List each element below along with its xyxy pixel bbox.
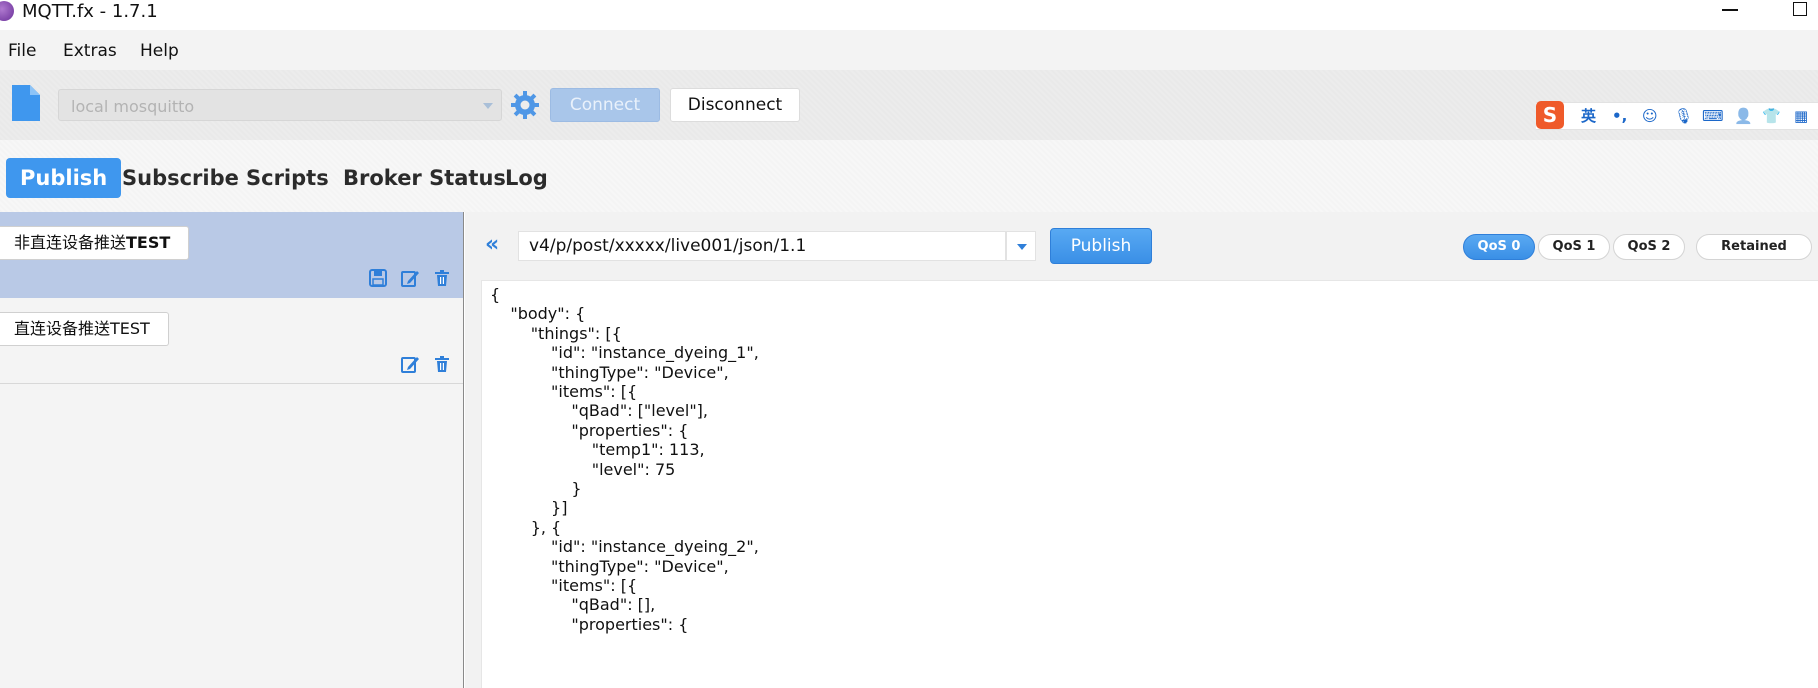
- emoji-icon[interactable]: ☺: [1642, 106, 1658, 126]
- save-icon[interactable]: [368, 268, 388, 288]
- tab-log[interactable]: Log: [505, 158, 548, 198]
- tab-scripts[interactable]: Scripts: [246, 158, 329, 198]
- edit-icon[interactable]: [400, 268, 420, 288]
- payload-editor[interactable]: { "body": { "things": [{ "id": "instance…: [481, 280, 1818, 688]
- payload-line: "items": [{: [490, 576, 638, 595]
- trash-icon[interactable]: [432, 268, 452, 288]
- main-tabs: Publish Subscribe Scripts Broker Status …: [0, 140, 1818, 212]
- qos1-button[interactable]: QoS 1: [1538, 234, 1610, 260]
- maximize-icon[interactable]: [1793, 2, 1807, 16]
- payload-line: "qBad": [],: [490, 595, 656, 615]
- menu-bar: File Extras Help: [0, 30, 1818, 70]
- connect-button[interactable]: Connect: [550, 88, 660, 122]
- retained-toggle[interactable]: Retained: [1696, 234, 1812, 260]
- keyboard-icon[interactable]: ⌨: [1702, 106, 1724, 126]
- collapse-left-icon[interactable]: «: [485, 232, 499, 257]
- publish-button[interactable]: Publish: [1050, 228, 1152, 264]
- gear-icon[interactable]: [510, 90, 540, 120]
- window-title: MQTT.fx - 1.7.1: [22, 1, 158, 22]
- list-item[interactable]: 非直连设备推送TEST: [0, 212, 463, 298]
- payload-line: "things": [{: [490, 323, 622, 343]
- tab-broker-status[interactable]: Broker Status: [343, 158, 506, 198]
- menu-help[interactable]: Help: [140, 41, 179, 61]
- message-label: 非直连设备推送TEST: [0, 226, 190, 260]
- payload-line: "thingType": "Device",: [490, 362, 729, 382]
- payload-line: "properties": {: [490, 614, 689, 634]
- payload-line: "id": "instance_dyeing_2",: [490, 537, 759, 557]
- ime-language-toggle[interactable]: 英: [1581, 106, 1596, 126]
- saved-messages-list: 非直连设备推送TEST 直连设备推送TEST: [0, 212, 464, 688]
- document-icon[interactable]: [10, 85, 40, 121]
- tab-subscribe[interactable]: Subscribe: [122, 158, 239, 198]
- ime-punctuation-toggle[interactable]: •,: [1612, 106, 1627, 126]
- payload-line: }: [490, 479, 582, 498]
- topic-history-dropdown[interactable]: [1006, 231, 1036, 261]
- app-icon: [0, 1, 14, 21]
- payload-line: "items": [{: [490, 382, 638, 401]
- menu-extras[interactable]: Extras: [63, 41, 117, 61]
- payload-line: "temp1": 113,: [490, 440, 705, 460]
- trash-icon[interactable]: [432, 354, 452, 374]
- menu-file[interactable]: File: [8, 41, 36, 61]
- connection-profile-value: local mosquitto: [71, 97, 195, 116]
- toolbox-icon[interactable]: ▦: [1794, 106, 1808, 126]
- connection-profile-select[interactable]: local mosquitto: [58, 89, 502, 121]
- ime-toolbar: S 英 •, ☺ 🎙 ⌨ 👤 👕 ▦: [1536, 101, 1818, 130]
- topic-input[interactable]: v4/p/post/xxxxx/live001/json/1.1: [518, 231, 1006, 261]
- qos2-button[interactable]: QoS 2: [1613, 234, 1685, 260]
- payload-line: "id": "instance_dyeing_1",: [490, 343, 759, 363]
- edit-icon[interactable]: [400, 354, 420, 374]
- payload-line: "body": {: [490, 304, 586, 324]
- payload-line: "thingType": "Device",: [490, 556, 729, 576]
- payload-line: "qBad": ["level"],: [490, 401, 708, 421]
- payload-line: }, {: [490, 517, 562, 537]
- user-icon[interactable]: 👤: [1734, 106, 1753, 126]
- qos0-button[interactable]: QoS 0: [1463, 234, 1535, 260]
- minimize-icon[interactable]: [1722, 9, 1738, 11]
- payload-line: "level": 75: [490, 459, 676, 479]
- microphone-icon[interactable]: 🎙: [1674, 106, 1693, 126]
- chevron-down-icon: [483, 103, 493, 109]
- list-item[interactable]: 直连设备推送TEST: [0, 298, 463, 384]
- message-label: 直连设备推送TEST: [0, 312, 169, 346]
- disconnect-button[interactable]: Disconnect: [670, 88, 800, 122]
- payload-line: "properties": {: [490, 420, 689, 440]
- ime-logo[interactable]: S: [1536, 101, 1564, 129]
- tab-publish[interactable]: Publish: [6, 158, 122, 198]
- payload-line: }]: [490, 498, 568, 518]
- payload-line: {: [490, 285, 501, 304]
- skin-icon[interactable]: 👕: [1762, 106, 1781, 126]
- title-bar: MQTT.fx - 1.7.1: [0, 0, 1818, 30]
- publish-panel: « v4/p/post/xxxxx/live001/json/1.1 Publi…: [465, 212, 1818, 688]
